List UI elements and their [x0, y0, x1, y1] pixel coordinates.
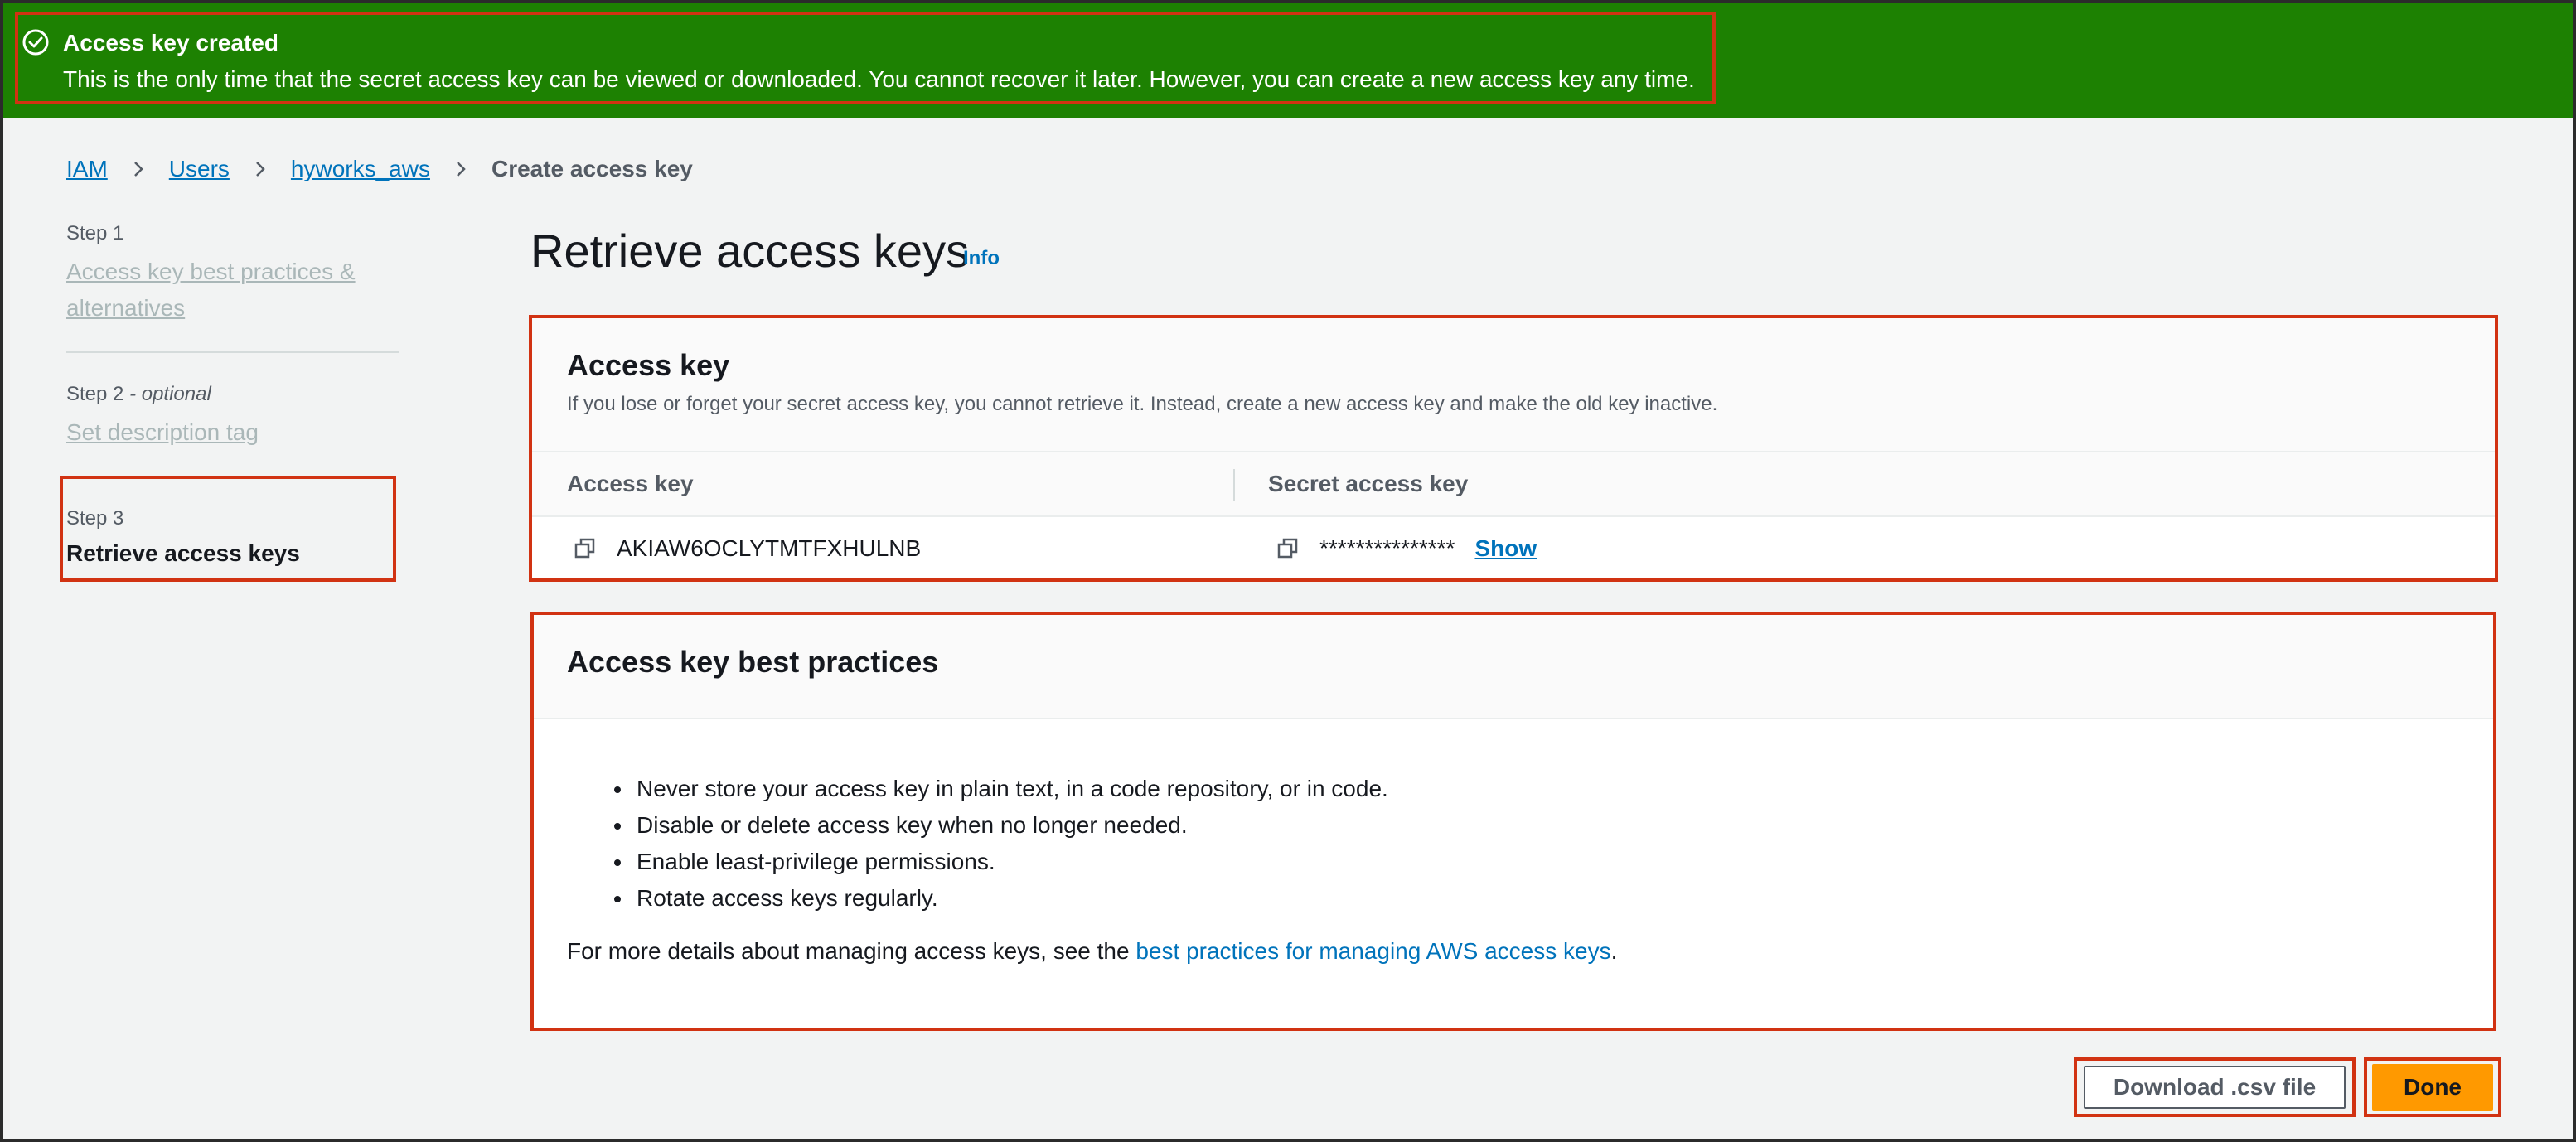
secret-key-cell: *************** Show: [1276, 535, 1537, 562]
best-practices-container: Access key best practices Never store yo…: [530, 612, 2496, 1031]
show-secret-link[interactable]: Show: [1474, 535, 1537, 562]
access-key-value: AKIAW6OCLYTMTFXHULNB: [617, 535, 922, 561]
flash-message: This is the only time that the secret ac…: [63, 66, 1695, 92]
breadcrumb-user[interactable]: hyworks_aws: [291, 156, 430, 182]
access-key-header: Access key If you lose or forget your se…: [532, 318, 2495, 452]
step2-label: Step 2 - optional: [66, 383, 211, 406]
best-practices-more: For more details about managing access k…: [567, 938, 1617, 965]
breadcrumb-iam[interactable]: IAM: [66, 156, 108, 182]
list-item: Disable or delete access key when no lon…: [633, 807, 1388, 844]
copy-icon[interactable]: [1276, 537, 1300, 560]
list-item: Never store your access key in plain tex…: [633, 771, 1388, 807]
secret-key-masked: ***************: [1319, 535, 1455, 561]
done-button[interactable]: Done: [2372, 1064, 2493, 1111]
column-divider: [1233, 469, 1235, 501]
step2-link[interactable]: Set description tag: [66, 414, 414, 451]
access-key-cell: AKIAW6OCLYTMTFXHULNB: [574, 535, 921, 562]
column-access-key: Access key: [567, 471, 694, 496]
keys-table-header: Access key Secret access key: [532, 452, 2495, 517]
best-practices-title: Access key best practices: [567, 645, 939, 679]
column-secret-access-key: Secret access key: [1268, 471, 1469, 496]
flash-title: Access key created: [63, 30, 278, 56]
access-key-description: If you lose or forget your secret access…: [567, 393, 1718, 415]
more-prefix: For more details about managing access k…: [567, 938, 1136, 964]
check-circle-icon: [22, 29, 49, 56]
chevron-right-icon: [457, 162, 466, 177]
step3-current: Retrieve access keys: [66, 540, 300, 566]
success-flash-banner: Access key created This is the only time…: [3, 3, 2573, 118]
best-practices-list: Never store your access key in plain tex…: [600, 771, 1388, 917]
access-key-title: Access key: [567, 348, 730, 382]
step2-optional: - optional: [129, 383, 211, 405]
page-title: Retrieve access keys: [530, 225, 970, 277]
chevron-right-icon: [133, 162, 143, 177]
breadcrumb-current: Create access key: [491, 156, 693, 181]
breadcrumb: IAM Users hyworks_aws Create access key: [66, 152, 693, 186]
more-suffix: .: [1610, 938, 1618, 964]
step2-label-text: Step 2: [66, 383, 124, 405]
breadcrumb-users[interactable]: Users: [169, 156, 230, 182]
step-divider: [66, 351, 399, 353]
step3-label: Step 3: [66, 507, 124, 530]
step1-label: Step 1: [66, 222, 124, 244]
best-practices-link[interactable]: best practices for managing AWS access k…: [1135, 938, 1610, 964]
best-practices-header: Access key best practices: [534, 615, 2493, 719]
access-key-container: Access key If you lose or forget your se…: [529, 315, 2498, 582]
info-link[interactable]: Info: [963, 247, 1000, 270]
list-item: Rotate access keys regularly.: [633, 880, 1388, 917]
chevron-right-icon: [256, 162, 265, 177]
download-csv-button[interactable]: Download .csv file: [2084, 1066, 2346, 1109]
step1-link[interactable]: Access key best practices & alternatives: [66, 254, 414, 327]
copy-icon[interactable]: [574, 537, 597, 560]
list-item: Enable least-privilege permissions.: [633, 844, 1388, 880]
